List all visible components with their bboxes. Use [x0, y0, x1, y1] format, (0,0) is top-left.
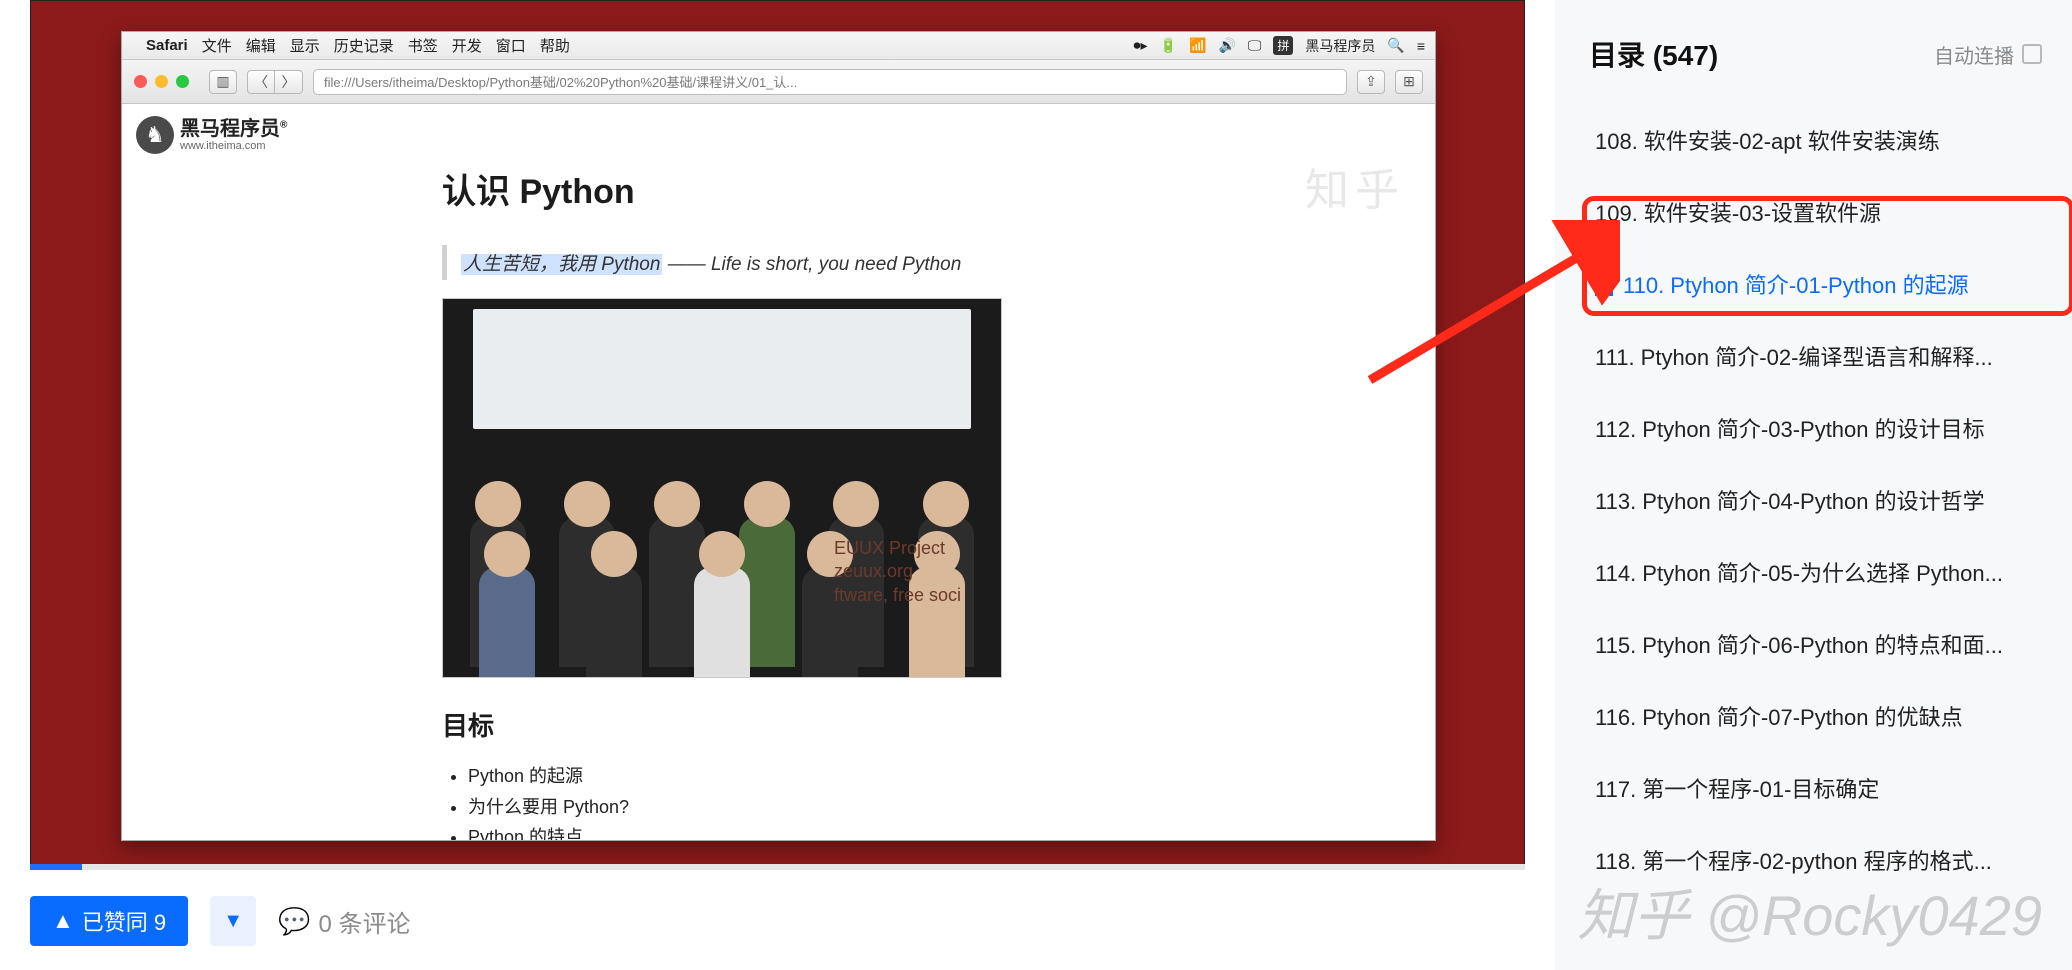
brand-url: www.itheima.com [180, 140, 287, 152]
menu-app-name[interactable]: Safari [146, 37, 188, 54]
photo-caption: EUUX Project zeuux.org ftware, free soci [834, 537, 961, 607]
status-ime-badge[interactable]: 拼 [1273, 36, 1293, 55]
comments-link[interactable]: 💬 0 条评论 [278, 904, 410, 939]
watermark-zhihu: 知乎 [1305, 154, 1405, 218]
group-photo: EUUX Project zeuux.org ftware, free soci [442, 298, 1002, 678]
autoplay-toggle[interactable]: 自动连播 [1934, 40, 2042, 69]
comments-label: 0 条评论 [319, 904, 411, 939]
status-volume-icon: 🔊 [1218, 37, 1235, 54]
status-wifi-icon: 📶 [1189, 37, 1206, 54]
share-button[interactable]: ⇪ [1357, 70, 1385, 94]
address-bar[interactable]: file:///Users/itheima/Desktop/Python基础/0… [313, 69, 1347, 95]
menu-help[interactable]: 帮助 [540, 35, 570, 56]
address-bar-url: file:///Users/itheima/Desktop/Python基础/0… [324, 72, 797, 91]
triangle-down-icon: ▼ [223, 910, 243, 932]
menu-develop[interactable]: 开发 [452, 35, 482, 56]
status-display-icon: 🖵 [1248, 37, 1262, 54]
video-frame: Safari 文件 编辑 显示 历史记录 书签 开发 窗口 帮助 ⏺︎▸ 🔋 📶… [30, 0, 1525, 870]
menu-file[interactable]: 文件 [202, 35, 232, 56]
checkbox-icon[interactable] [2022, 44, 2042, 64]
action-bar: ▲ 已赞同 9 ▼ 💬 0 条评论 [30, 896, 1525, 946]
status-search-icon[interactable]: 🔍 [1387, 37, 1404, 54]
article-subheading: 目标 [442, 706, 1142, 743]
menu-window[interactable]: 窗口 [496, 35, 526, 56]
tabs-button[interactable]: ⊞ [1395, 70, 1423, 94]
status-record-icon: ⏺︎▸ [1134, 37, 1148, 54]
bullet-item: Python 的起源 [468, 761, 1142, 792]
now-playing-icon [1595, 278, 1613, 296]
minimize-icon[interactable] [155, 75, 168, 88]
playlist-item-active[interactable]: 110. Ptyhon 简介-01-Python 的起源 [1589, 248, 2042, 320]
nav-back-button[interactable]: 〈 [247, 70, 275, 94]
zoom-icon[interactable] [176, 75, 189, 88]
menu-view[interactable]: 显示 [290, 35, 320, 56]
video-progress-fill [30, 864, 82, 870]
autoplay-label: 自动连播 [1934, 40, 2014, 69]
playlist-item[interactable]: 108. 软件安装-02-apt 软件安装演练 [1589, 104, 2042, 176]
article-quote: 人生苦短，我用 Python —— Life is short, you nee… [442, 245, 1142, 280]
playlist-sidebar: 目录 (547) 自动连播 108. 软件安装-02-apt 软件安装演练 10… [1555, 0, 2072, 970]
status-user-name[interactable]: 黑马程序员 [1305, 36, 1375, 56]
playlist-item[interactable]: 114. Ptyhon 简介-05-为什么选择 Python... [1589, 536, 2042, 608]
video-progress-bar[interactable] [30, 864, 1525, 870]
quote-rest: —— Life is short, you need Python [662, 254, 961, 275]
article-title: 认识 Python [442, 164, 1142, 213]
video-column: Safari 文件 编辑 显示 历史记录 书签 开发 窗口 帮助 ⏺︎▸ 🔋 📶… [0, 0, 1555, 970]
playlist: 108. 软件安装-02-apt 软件安装演练 109. 软件安装-03-设置软… [1589, 104, 2042, 896]
playlist-item[interactable]: 118. 第一个程序-02-python 程序的格式... [1589, 824, 2042, 896]
menu-edit[interactable]: 编辑 [246, 35, 276, 56]
upvote-button[interactable]: ▲ 已赞同 9 [30, 896, 188, 946]
brand-logo: ♞ 黑马程序员® www.itheima.com [136, 116, 287, 154]
mac-menu-bar: Safari 文件 编辑 显示 历史记录 书签 开发 窗口 帮助 ⏺︎▸ 🔋 📶… [122, 32, 1435, 60]
comment-icon: 💬 [278, 906, 310, 937]
menu-history[interactable]: 历史记录 [334, 35, 394, 56]
article: 认识 Python 人生苦短，我用 Python —— Life is shor… [442, 164, 1142, 840]
article-bullets: Python 的起源 为什么要用 Python? Python 的特点 Pyth… [442, 761, 1142, 840]
bullet-item: 为什么要用 Python? [468, 792, 1142, 823]
close-icon[interactable] [134, 75, 147, 88]
downvote-button[interactable]: ▼ [210, 896, 256, 946]
playlist-item[interactable]: 113. Ptyhon 简介-04-Python 的设计哲学 [1589, 464, 2042, 536]
quote-highlight: 人生苦短，我用 Python [461, 254, 662, 275]
playlist-title: 目录 (547) [1589, 34, 1718, 74]
triangle-up-icon: ▲ [52, 908, 74, 934]
safari-window: Safari 文件 编辑 显示 历史记录 书签 开发 窗口 帮助 ⏺︎▸ 🔋 📶… [121, 31, 1436, 841]
playlist-item[interactable]: 116. Ptyhon 简介-07-Python 的优缺点 [1589, 680, 2042, 752]
page-content: ♞ 黑马程序员® www.itheima.com 知乎 认识 Python 人生… [122, 104, 1435, 840]
playlist-item[interactable]: 111. Ptyhon 简介-02-编译型语言和解释... [1589, 320, 2042, 392]
horse-logo-icon: ♞ [136, 116, 174, 154]
brand-name: 黑马程序员® [180, 118, 287, 140]
upvote-label: 已赞同 9 [82, 905, 166, 937]
playlist-item[interactable]: 112. Ptyhon 简介-03-Python 的设计目标 [1589, 392, 2042, 464]
status-battery-icon: 🔋 [1160, 37, 1177, 54]
sidebar-toggle-button[interactable]: ▥ [209, 70, 237, 94]
playlist-item[interactable]: 109. 软件安装-03-设置软件源 [1589, 176, 2042, 248]
menu-bookmarks[interactable]: 书签 [408, 35, 438, 56]
nav-forward-button[interactable]: 〉 [275, 70, 303, 94]
bullet-item: Python 的特点 [468, 822, 1142, 840]
playlist-item[interactable]: 117. 第一个程序-01-目标确定 [1589, 752, 2042, 824]
window-traffic-lights[interactable] [134, 75, 189, 88]
playlist-item[interactable]: 115. Ptyhon 简介-06-Python 的特点和面... [1589, 608, 2042, 680]
status-menu-icon[interactable]: ≡ [1417, 38, 1425, 54]
safari-toolbar: ▥ 〈 〉 file:///Users/itheima/Desktop/Pyth… [122, 60, 1435, 104]
